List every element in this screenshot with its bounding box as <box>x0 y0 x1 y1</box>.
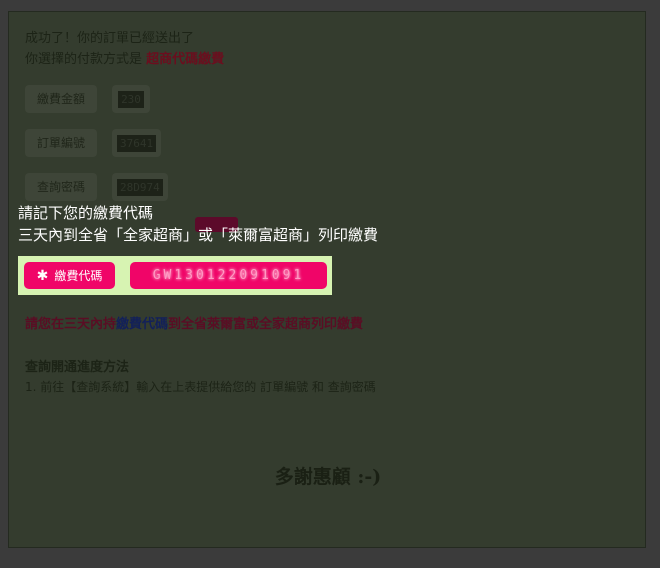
amount-value: 230 <box>118 90 144 108</box>
payment-code-button[interactable]: ✱ 繳費代碼 <box>24 262 115 289</box>
success-message: 成功了！你的訂單已經送出了 <box>25 31 195 46</box>
query-password-label: 查詢密碼 <box>25 173 97 201</box>
progress-title: 查詢開通進度方法 <box>25 360 130 375</box>
notice-line1: 請記下您的繳費代碼 <box>18 204 154 222</box>
payment-method-value: 超商代碼繳費 <box>146 52 225 67</box>
order-number-value-box: 37641 <box>112 129 162 157</box>
instructions-part2: 到全省萊爾富或全家超商列印繳費 <box>168 317 364 332</box>
amount-value-box: 230 <box>112 85 150 113</box>
payment-code-button-label: 繳費代碼 <box>54 269 103 283</box>
payment-code-value: GW130122091091 <box>130 262 327 289</box>
payment-method-line: 你選擇的付款方式是 超商代碼繳費 <box>25 48 224 67</box>
payment-code-notice: 請記下您的繳費代碼 三天內到全省「全家超商」或「萊爾富超商」列印繳費 <box>18 202 378 246</box>
query-password-value-box: 28D974 <box>112 173 168 201</box>
instructions-highlight: 繳費代碼 <box>116 317 169 332</box>
payment-method-prefix: 你選擇的付款方式是 <box>25 52 147 67</box>
asterisk-icon: ✱ <box>36 267 49 284</box>
thanks-message: 多謝惠顧 :-) <box>274 466 382 488</box>
query-password-value: 28D974 <box>117 178 163 196</box>
progress-step: 1. 前往【查詢系統】輸入在上表提供給您的 訂單編號 和 查詢密碼 <box>25 380 376 394</box>
order-number-value: 37641 <box>117 134 157 152</box>
payment-instructions: 請您在三天內持繳費代碼到全省萊爾富或全家超商列印繳費 <box>25 313 363 332</box>
order-number-label: 訂單編號 <box>25 129 97 157</box>
amount-label: 繳費金額 <box>25 85 97 113</box>
notice-line2: 三天內到全省「全家超商」或「萊爾富超商」列印繳費 <box>18 226 379 244</box>
instructions-part1: 請您在三天內持 <box>25 317 117 332</box>
payment-code-box: ✱ 繳費代碼 GW130122091091 <box>18 256 332 295</box>
